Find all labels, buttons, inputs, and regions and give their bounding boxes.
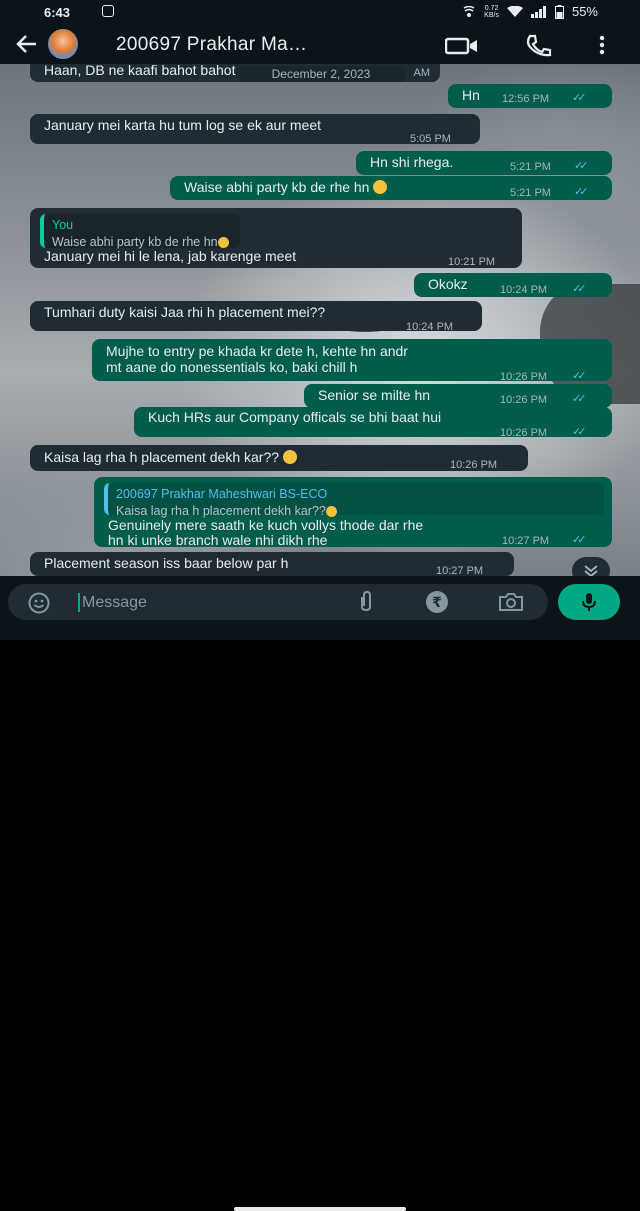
message-time: 5:05 PM [410,133,451,145]
smiling-face-icon [217,237,229,248]
message-text: Okokz [428,276,468,292]
camera-icon[interactable] [498,592,524,617]
composer: ₹ [0,576,640,1211]
message-outgoing[interactable]: Waise abhi party kb de rhe hn 5:21 PM ✓✓ [170,176,612,200]
message-incoming[interactable]: Placement season iss baar below par h 10… [30,552,514,576]
quoted-text-content: Kaisa lag rha h placement dekh kar?? [116,504,326,518]
quoted-message[interactable]: 200697 Prakhar Maheshwari BS-ECO Kaisa l… [104,483,604,518]
double-check-icon: ✓✓ [572,370,587,382]
message-text: Haan, DB ne kaafi bahot bahot [44,64,236,78]
double-check-icon: ✓✓ [574,186,589,198]
message-text: Hn shi rhega. [370,154,454,170]
message-composer: ₹ [8,584,548,620]
home-indicator[interactable] [234,1207,406,1211]
avatar[interactable] [48,29,100,59]
message-outgoing[interactable]: Hn shi rhega. 5:21 PM ✓✓ [356,151,612,175]
message-outgoing[interactable]: Hn 12:56 PM ✓✓ [448,84,612,108]
message-incoming[interactable]: Kaisa lag rha h placement dekh kar?? 10:… [30,445,528,471]
quoted-author: 200697 Prakhar Maheshwari BS-ECO [116,487,328,501]
network-speed-value: 0.72 [484,4,499,12]
message-time: 10:26 PM [500,427,548,439]
video-call-icon[interactable] [444,37,479,60]
double-check-icon: ✓✓ [572,92,587,104]
message-time: 12:56 PM [502,93,550,105]
message-outgoing[interactable]: Kuch HRs aur Company officals se bhi baa… [134,407,612,439]
message-outgoing[interactable]: Okokz 10:24 PM ✓✓ [414,273,612,297]
message-text-content: Waise abhi party kb de rhe hn [184,179,370,195]
message-incoming[interactable]: Tumhari duty kaisi Jaa rhi h placement m… [30,301,482,333]
quoted-message[interactable]: You Waise abhi party kb de rhe hn [40,214,240,249]
message-incoming[interactable]: January mei karta hu tum log se ek aur m… [30,114,480,145]
message-text: Waise abhi party kb de rhe hn [184,179,388,196]
double-check-icon: ✓✓ [572,283,587,295]
phone-call-icon[interactable] [524,34,552,63]
smiling-face-icon [373,180,388,194]
status-time: 6:43 [44,5,71,20]
quoted-text-content: Waise abhi party kb de rhe hn [52,235,218,249]
scroll-down-button[interactable] [572,557,610,576]
message-incoming[interactable]: You Waise abhi party kb de rhe hn Januar… [30,208,522,268]
message-text: Kaisa lag rha h placement dekh kar?? [44,449,297,466]
more-options-icon[interactable] [598,35,606,60]
message-outgoing[interactable]: Senior se milte hn 10:26 PM ✓✓ [304,384,612,408]
emoji-icon[interactable] [28,592,50,619]
message-text: mt aane do nonessentials ko, baki chill … [106,359,358,375]
upside-down-face-icon [282,450,297,464]
message-text: January mei hi le lena, jab karenge meet [44,248,297,264]
attach-icon[interactable] [358,590,374,618]
battery-level: 55% [571,4,598,19]
message-time: AM [413,67,431,79]
back-arrow-icon[interactable] [14,31,40,62]
battery-icon [554,4,564,19]
message-time: 5:21 PM [510,161,551,173]
message-text: Mujhe to entry pe khada kr dete h, kehte… [106,343,408,359]
message-time: 10:24 PM [500,284,548,296]
message-text: January mei karta hu tum log se ek aur m… [44,117,322,133]
upside-down-face-icon [325,506,337,517]
notification-icon [102,5,114,17]
message-text: Hn [462,87,480,103]
message-time: 5:21 PM [510,187,551,199]
chat-header: 200697 Prakhar Ma… [0,26,640,64]
double-check-icon: ✓✓ [572,393,587,405]
date-chip: December 2, 2023 [236,66,406,82]
message-time: 10:21 PM [448,256,496,268]
hotspot-icon [463,5,475,17]
message-time: 10:27 PM [502,535,550,547]
message-time: 10:26 PM [450,459,498,471]
wifi-icon [506,5,523,17]
message-text: Placement season iss baar below par h [44,555,289,571]
network-speed-unit: KB/s [484,11,499,19]
message-text-content: Kaisa lag rha h placement dekh kar?? [44,449,280,465]
double-check-icon: ✓✓ [574,160,589,172]
message-text: hn ki unke branch wale nhi dikh rhe [108,532,328,548]
message-outgoing[interactable]: Mujhe to entry pe khada kr dete h, kehte… [92,339,612,383]
chat-area[interactable]: Haan, DB ne kaafi bahot bahot AM Decembe… [0,64,640,576]
signal-icon [530,5,546,18]
message-text: Kuch HRs aur Company officals se bhi baa… [148,409,442,425]
payment-icon[interactable]: ₹ [426,591,448,613]
double-check-icon: ✓✓ [572,426,587,438]
message-input[interactable] [80,592,234,614]
message-time: 10:24 PM [406,321,454,333]
quoted-author: You [52,218,74,232]
message-outgoing[interactable]: 200697 Prakhar Maheshwari BS-ECO Kaisa l… [94,477,612,548]
message-text: Senior se milte hn [318,387,431,403]
status-bar: 6:43 0.72 KB/s 55% [0,0,640,26]
message-text: Tumhari duty kaisi Jaa rhi h placement m… [44,304,326,320]
network-speed: 0.72 KB/s [484,5,499,19]
double-check-icon: ✓✓ [572,534,587,546]
voice-message-button[interactable] [558,584,620,620]
contact-name[interactable]: 200697 Prakhar Ma… [116,34,307,56]
mic-icon [582,593,596,611]
chevron-down-icon [584,565,598,576]
message-time: 10:27 PM [436,565,484,576]
